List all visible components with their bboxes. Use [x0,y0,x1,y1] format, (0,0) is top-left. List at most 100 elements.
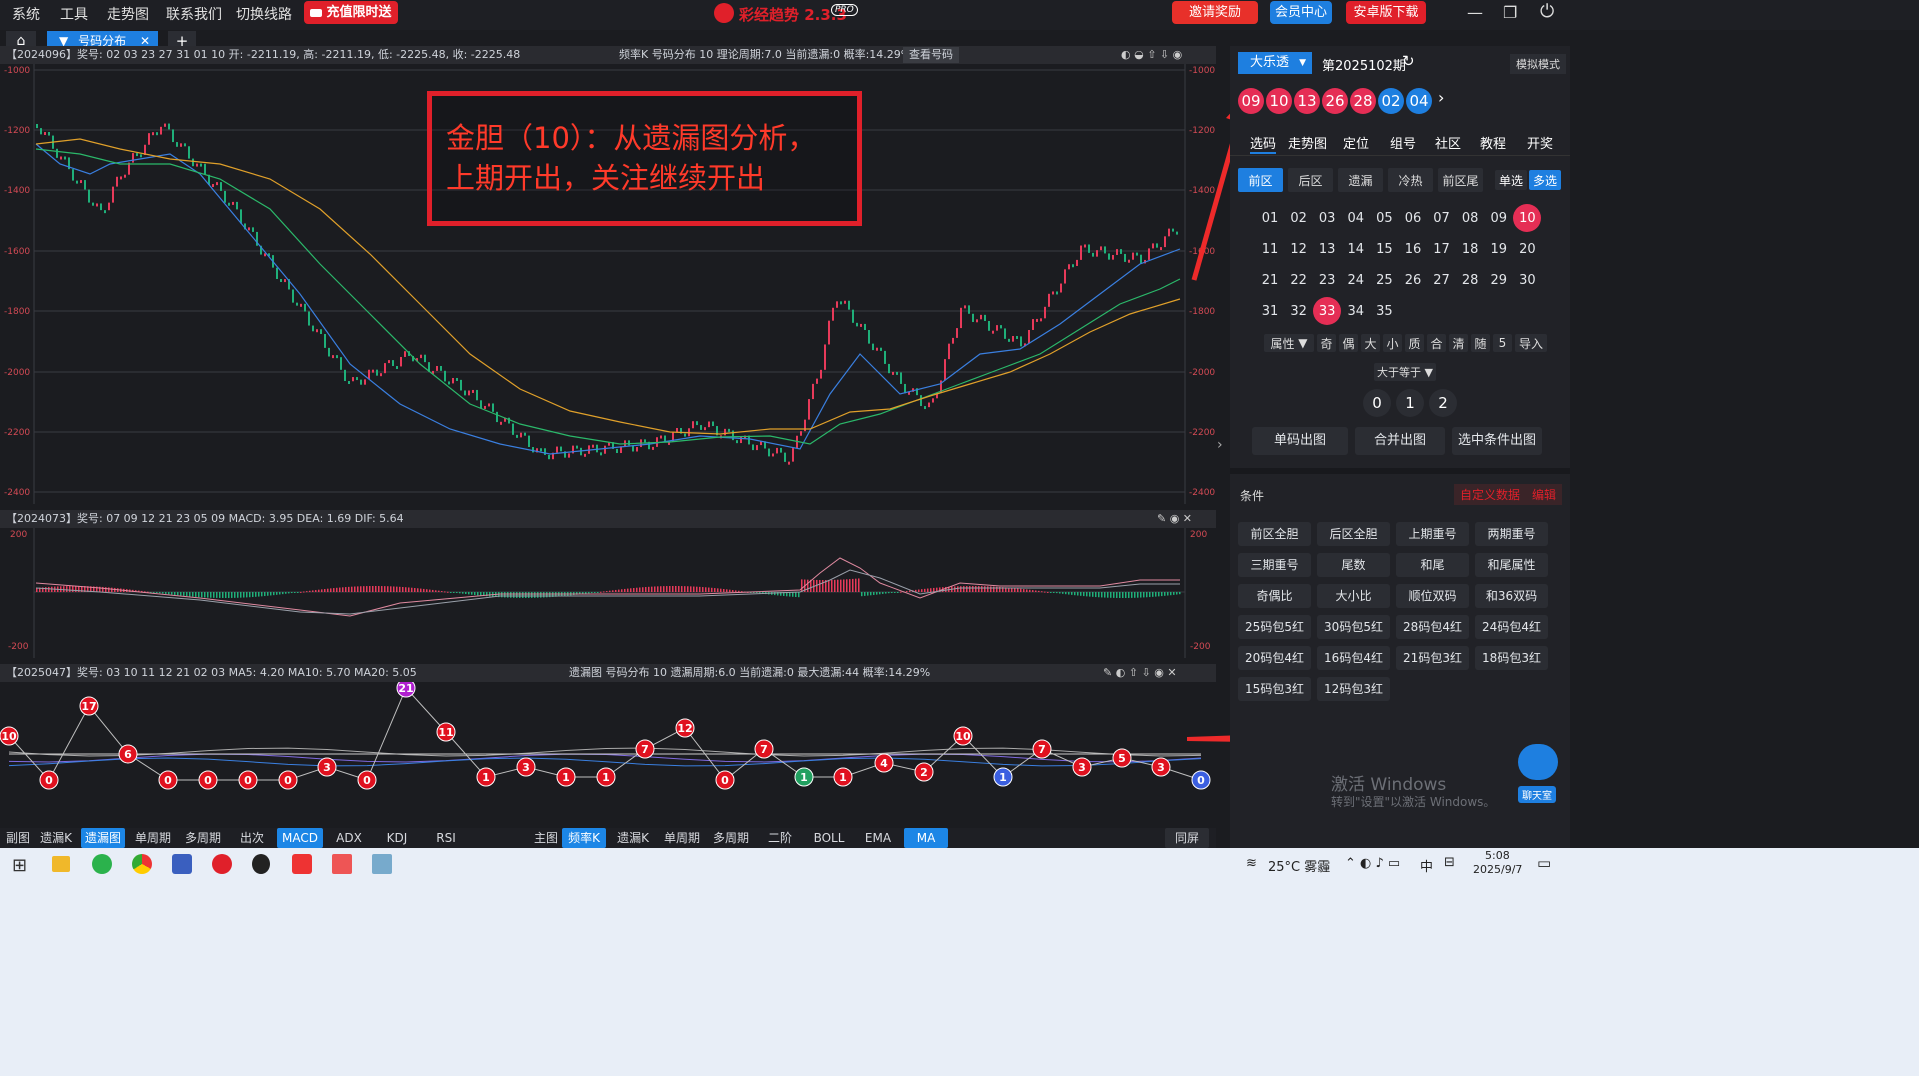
nav-tutorial[interactable]: 教程 [1480,133,1506,152]
single-code-chart-button[interactable]: 单码出图 [1252,427,1348,455]
zone-front[interactable]: 前区 [1238,168,1283,192]
refresh-icon[interactable]: ↻ [1402,52,1415,70]
btn-boll[interactable]: BOLL [806,828,852,848]
number-09[interactable]: 09 [1485,204,1513,232]
chat-bubble-icon[interactable] [1518,744,1558,780]
number-31[interactable]: 31 [1256,297,1284,325]
attr-clear[interactable]: 清 [1449,334,1468,352]
btn-kdj[interactable]: KDJ [375,828,419,848]
number-19[interactable]: 19 [1485,235,1513,263]
nav-group[interactable]: 组号 [1390,133,1416,152]
number-13[interactable]: 13 [1313,235,1341,263]
number-20[interactable]: 20 [1513,235,1541,263]
condition-button[interactable]: 30码包5红 [1317,615,1390,639]
condition-button[interactable]: 前区全胆 [1238,522,1311,546]
number-03[interactable]: 03 [1313,204,1341,232]
btn-single-period[interactable]: 单周期 [130,828,176,848]
condition-button[interactable]: 20码包4红 [1238,646,1311,670]
btn-miss-chart[interactable]: 遗漏图 [81,828,125,848]
wechat-icon[interactable] [92,854,112,874]
condition-button[interactable]: 顺位双码 [1396,584,1469,608]
number-15[interactable]: 15 [1370,235,1398,263]
condition-button[interactable]: 18码包3红 [1475,646,1548,670]
attr-select[interactable]: 属性 ▼ [1264,334,1314,352]
number-28[interactable]: 28 [1456,266,1484,294]
number-30[interactable]: 30 [1513,266,1541,294]
chat-room-label[interactable]: 聊天室 [1518,786,1556,803]
chevron-right-icon[interactable]: › [1438,88,1444,114]
attr-prime[interactable]: 质 [1405,334,1424,352]
qq-icon[interactable] [252,854,270,874]
attr-composite[interactable]: 合 [1427,334,1446,352]
number-25[interactable]: 25 [1370,266,1398,294]
macd-chart[interactable]: 200 200 -200 -200 [0,528,1216,658]
number-16[interactable]: 16 [1399,235,1427,263]
number-11[interactable]: 11 [1256,235,1284,263]
file-explorer-icon[interactable] [52,856,70,872]
random-count[interactable]: 5 [1493,334,1512,352]
count-1[interactable]: 1 [1396,389,1424,417]
number-34[interactable]: 34 [1342,297,1370,325]
minimize-icon[interactable]: — [1467,3,1483,22]
btn-second-order[interactable]: 二阶 [758,828,802,848]
condition-button[interactable]: 和尾 [1396,553,1469,577]
app-store-icon[interactable] [332,854,352,874]
condition-button[interactable]: 大小比 [1317,584,1390,608]
edit-button[interactable]: 编辑 [1526,484,1563,505]
nav-select-number[interactable]: 选码 [1250,133,1277,154]
chevron-right-icon[interactable]: › [1217,437,1223,453]
number-23[interactable]: 23 [1313,266,1341,294]
invite-button[interactable]: 邀请奖励 [1172,1,1258,24]
menu-tools[interactable]: 工具 [60,0,88,30]
lottery-select[interactable]: 大乐透 ▼ [1238,52,1312,74]
zone-back[interactable]: 后区 [1288,168,1333,192]
notification-icon[interactable]: ▭ [1537,854,1551,872]
attr-small[interactable]: 小 [1383,334,1402,352]
zone-front-tail[interactable]: 前区尾 [1438,168,1483,192]
member-center-button[interactable]: 会员中心 [1270,1,1332,24]
nav-trend[interactable]: 走势图 [1288,133,1327,152]
number-10[interactable]: 10 [1513,204,1542,232]
restore-icon[interactable]: ❐ [1503,3,1517,22]
number-08[interactable]: 08 [1456,204,1484,232]
pin-icon[interactable]: ✎ ◉ ✕ [1157,510,1192,528]
number-35[interactable]: 35 [1370,297,1398,325]
zone-miss[interactable]: 遗漏 [1338,168,1383,192]
count-0[interactable]: 0 [1363,389,1391,417]
number-17[interactable]: 17 [1428,235,1456,263]
condition-button[interactable]: 12码包3红 [1317,677,1390,701]
condition-button[interactable]: 21码包3红 [1396,646,1469,670]
keyboard-icon[interactable]: ⊟ [1444,855,1455,870]
btn-adx[interactable]: ADX [327,828,371,848]
android-download-button[interactable]: 安卓版下载 [1346,1,1426,24]
condition-button[interactable]: 三期重号 [1238,553,1311,577]
zone-hot-cold[interactable]: 冷热 [1388,168,1433,192]
condition-button[interactable]: 28码包4红 [1396,615,1469,639]
import-button[interactable]: 导入 [1515,334,1547,352]
btn-appear-count[interactable]: 出次 [230,828,274,848]
menu-system[interactable]: 系统 [12,0,40,30]
btn-main-miss-k[interactable]: 遗漏K [610,828,656,848]
attr-even[interactable]: 偶 [1339,334,1358,352]
number-04[interactable]: 04 [1342,204,1370,232]
number-02[interactable]: 02 [1285,204,1313,232]
app-wh-icon[interactable] [172,854,192,874]
number-26[interactable]: 26 [1399,266,1427,294]
recharge-button[interactable]: 充值限时送 [304,1,398,24]
btn-multi-period[interactable]: 多周期 [180,828,226,848]
condition-button[interactable]: 和尾属性 [1475,553,1548,577]
btn-rsi[interactable]: RSI [424,828,468,848]
condition-button[interactable]: 16码包4红 [1317,646,1390,670]
count-2[interactable]: 2 [1429,389,1457,417]
caijing-app-icon[interactable] [212,854,232,874]
menu-trend[interactable]: 走势图 [107,0,149,30]
number-24[interactable]: 24 [1342,266,1370,294]
simulate-mode-button[interactable]: 模拟模式 [1510,54,1566,74]
ime-indicator[interactable]: 中 [1420,856,1433,875]
btn-ema[interactable]: EMA [856,828,900,848]
number-14[interactable]: 14 [1342,235,1370,263]
nav-draw[interactable]: 开奖 [1527,133,1553,152]
nav-position[interactable]: 定位 [1343,133,1369,152]
power-icon[interactable]: ⏻ [1540,1,1554,22]
btn-macd[interactable]: MACD [277,828,323,848]
